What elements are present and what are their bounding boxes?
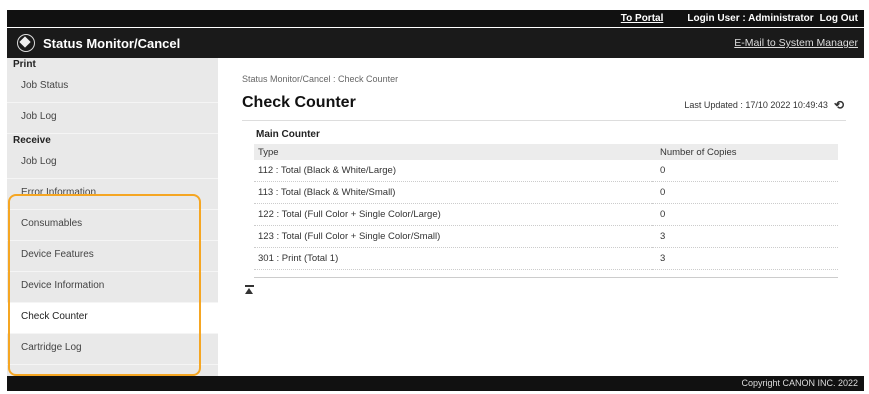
copyright-text: Copyright CANON INC. 2022 — [741, 378, 858, 388]
canon-diamond-icon — [17, 34, 35, 52]
counter-type: 113 : Total (Black & White/Small) — [254, 181, 652, 204]
counter-value: 3 — [652, 247, 838, 270]
last-updated: Last Updated : 17/10 2022 10:49:43 ⟲ — [684, 98, 844, 112]
table-row: 301 : Print (Total 1) 3 — [254, 247, 838, 270]
sidebar-section-print: Print — [13, 59, 36, 70]
sidebar: Print Job Status Job Log Receive Job Log… — [7, 58, 218, 376]
table-row: 112 : Total (Black & White/Large) 0 — [254, 160, 838, 182]
top-bar: To Portal Login User : Administrator Log… — [7, 10, 864, 27]
sidebar-item-cartridge-log[interactable]: Cartridge Log — [7, 334, 218, 365]
counter-type: 122 : Total (Full Color + Single Color/L… — [254, 203, 652, 226]
title-divider — [242, 120, 846, 121]
email-system-manager-link[interactable]: E-Mail to System Manager — [734, 37, 858, 49]
counter-value: 0 — [652, 203, 838, 226]
counter-type: 301 : Print (Total 1) — [254, 247, 652, 270]
sidebar-item-check-counter[interactable]: Check Counter — [7, 303, 218, 334]
counter-table: Type Number of Copies 112 : Total (Black… — [254, 144, 838, 270]
column-header-type: Type — [254, 144, 652, 160]
table-row: 113 : Total (Black & White/Small) 0 — [254, 181, 838, 204]
app-title: Status Monitor/Cancel — [43, 35, 181, 51]
counter-type: 123 : Total (Full Color + Single Color/S… — [254, 225, 652, 248]
refresh-icon[interactable]: ⟲ — [834, 98, 844, 112]
counter-value: 0 — [652, 160, 838, 182]
sidebar-item-consumables[interactable]: Consumables — [7, 210, 218, 241]
sidebar-item-receive-job-log[interactable]: Job Log — [7, 148, 218, 179]
page-title: Check Counter — [242, 94, 356, 111]
sidebar-item-job-status[interactable]: Job Status — [7, 72, 218, 103]
main-content: Status Monitor/Cancel : Check Counter Ch… — [218, 58, 864, 376]
last-updated-text: Last Updated : 17/10 2022 10:49:43 — [684, 100, 828, 110]
breadcrumb: Status Monitor/Cancel : Check Counter — [242, 74, 399, 84]
sidebar-item-print-job-log[interactable]: Job Log — [7, 103, 218, 134]
to-portal-link[interactable]: To Portal — [621, 13, 664, 24]
login-user-label: Login User : Administrator — [687, 13, 814, 24]
column-header-copies: Number of Copies — [652, 144, 838, 160]
footer: Copyright CANON INC. 2022 — [7, 376, 864, 391]
table-row: 123 : Total (Full Color + Single Color/S… — [254, 225, 838, 248]
sidebar-item-device-information[interactable]: Device Information — [7, 272, 218, 303]
page-frame: To Portal Login User : Administrator Log… — [0, 0, 869, 394]
table-row: 122 : Total (Full Color + Single Color/L… — [254, 203, 838, 226]
counter-value: 0 — [652, 181, 838, 204]
to-top-icon[interactable] — [245, 285, 254, 294]
section-title: Main Counter — [256, 129, 320, 140]
sidebar-item-device-features[interactable]: Device Features — [7, 241, 218, 272]
table-header-row: Type Number of Copies — [254, 144, 838, 160]
app-header: Status Monitor/Cancel E-Mail to System M… — [7, 28, 864, 58]
counter-value: 3 — [652, 225, 838, 248]
sidebar-section-receive: Receive — [13, 135, 51, 146]
table-end-line — [254, 277, 838, 278]
logout-link[interactable]: Log Out — [820, 13, 858, 24]
counter-type: 112 : Total (Black & White/Large) — [254, 160, 652, 182]
sidebar-item-error-information[interactable]: Error Information — [7, 179, 218, 210]
